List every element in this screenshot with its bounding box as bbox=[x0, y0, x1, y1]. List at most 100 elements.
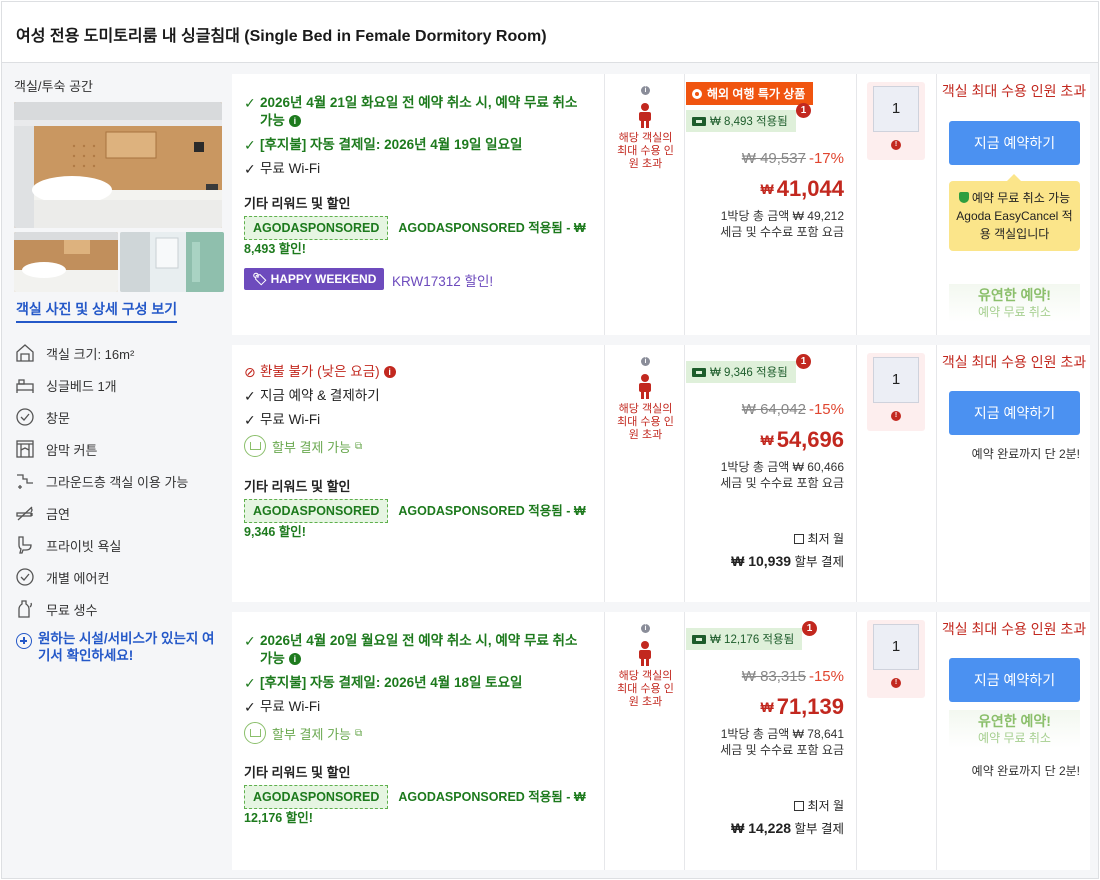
single-bed-icon bbox=[14, 374, 36, 396]
quantity-cell: 1 ! bbox=[858, 345, 937, 602]
window-icon bbox=[14, 406, 36, 428]
quantity-cell: 1 ! bbox=[858, 74, 937, 335]
info-icon[interactable]: i bbox=[383, 366, 396, 378]
finish-time-note: 예약 완료까지 단 2분! bbox=[971, 764, 1080, 778]
room-quantity-select[interactable]: 1 bbox=[873, 357, 919, 403]
book-now-button[interactable]: 지금 예약하기 bbox=[949, 391, 1080, 435]
installment-amount: ₩ 14,228 할부 결제 bbox=[731, 820, 844, 836]
coupon-icon bbox=[692, 634, 706, 644]
agoda-promo: AGODASPONSORED AGODASPONSORED 적용됨 - ₩ 12,… bbox=[244, 785, 594, 827]
facility-help-link[interactable]: 원하는 시설/서비스가 있는지 여기서 확인하세요! bbox=[16, 630, 226, 664]
no-smoking-icon bbox=[14, 502, 36, 524]
feature-label: 암막 커튼 bbox=[46, 442, 98, 458]
coupon-count-badge: 1 bbox=[802, 621, 817, 636]
cancel-policy-line: ✓ 2026년 4월 21일 화요일 전 예약 취소 시, 예약 무료 취소 가… bbox=[244, 94, 592, 130]
finish-time-note: 예약 완료까지 단 2분! bbox=[971, 447, 1080, 461]
feature-label: 싱글베드 1개 bbox=[46, 378, 117, 394]
check-icon: ✓ bbox=[244, 633, 256, 649]
coupon-count-badge: 1 bbox=[796, 354, 811, 369]
feature-label: 프라이빗 욕실 bbox=[46, 538, 122, 554]
info-icon[interactable]: i bbox=[641, 357, 650, 366]
non-refundable-line: ⊘ 환불 불가 (낮은 요금) i bbox=[244, 363, 592, 381]
coupon-applied[interactable]: ₩ 9,346 적용됨 bbox=[686, 361, 796, 383]
info-icon[interactable]: i bbox=[641, 86, 650, 95]
occupancy-exceeded-text: 해당 객실의 최대 수용 인원 초과 bbox=[617, 403, 674, 441]
wifi-text: 무료 Wi-Fi bbox=[260, 412, 321, 427]
cancel-policy-text: 2026년 4월 20일 월요일 전 예약 취소 시, 예약 무료 취소 가능 bbox=[260, 633, 578, 666]
coupon-icon bbox=[692, 116, 706, 126]
feature-single-bed: 싱글베드 1개 bbox=[14, 374, 117, 396]
installment-icon bbox=[244, 722, 266, 744]
rewards-heading: 기타 리워드 및 할인 bbox=[244, 196, 351, 211]
room-quantity-select[interactable]: 1 bbox=[873, 86, 919, 132]
price-cell: ₩ 12,176 적용됨 1 ₩ 83,315 -15% ₩71,139 1박당 … bbox=[686, 612, 857, 870]
installment-available[interactable]: 할부 결제 가능 ⧉ bbox=[244, 722, 362, 744]
max-occupancy-warning: 객실 최대 수용 인원 초과 bbox=[941, 83, 1087, 99]
offer-conditions: ⊘ 환불 불가 (낮은 요금) i ✓ 지금 예약 & 결제하기 ✓ 무료 Wi-… bbox=[232, 345, 605, 602]
coupon-applied[interactable]: ₩ 8,493 적용됨 bbox=[686, 110, 796, 132]
room-quantity-select[interactable]: 1 bbox=[873, 624, 919, 670]
error-icon: ! bbox=[891, 678, 901, 688]
info-icon[interactable]: i bbox=[288, 115, 301, 127]
coupon-applied[interactable]: ₩ 12,176 적용됨 bbox=[686, 628, 803, 650]
occupancy-exceeded-text: 해당 객실의 최대 수용 인원 초과 bbox=[617, 670, 674, 708]
installment-amount: ₩ 10,939 할부 결제 bbox=[731, 553, 844, 569]
book-now-button[interactable]: 지금 예약하기 bbox=[949, 658, 1080, 702]
discount-percent: -15% bbox=[808, 668, 844, 685]
happy-weekend-discount: KRW17312 할인! bbox=[392, 274, 494, 289]
info-icon[interactable]: i bbox=[641, 624, 650, 633]
quantity-wrapper: 1 ! bbox=[867, 353, 925, 431]
cancel-policy-text: 2026년 4월 21일 화요일 전 예약 취소 시, 예약 무료 취소 가능 bbox=[260, 95, 578, 128]
room-photo-main[interactable] bbox=[14, 102, 222, 228]
feature-label: 개별 에어컨 bbox=[46, 570, 110, 586]
check-icon: ✓ bbox=[244, 388, 256, 404]
occupancy-cell: i 해당 객실의 최대 수용 인원 초과 bbox=[606, 74, 685, 335]
coupon-count-badge: 1 bbox=[796, 103, 811, 118]
water-bottle-icon bbox=[14, 598, 36, 620]
air-conditioner-icon bbox=[14, 566, 36, 588]
info-icon[interactable]: i bbox=[288, 653, 301, 665]
rewards-heading: 기타 리워드 및 할인 bbox=[244, 765, 351, 780]
plus-circle-icon bbox=[16, 633, 32, 649]
external-link-icon: ⧉ bbox=[354, 440, 363, 452]
easycancel-tooltip: 예약 무료 취소 가능 Agoda EasyCancel 적용 객실입니다 bbox=[949, 174, 1080, 251]
booking-cell: 객실 최대 수용 인원 초과 지금 예약하기 예약 무료 취소 가능 Agoda… bbox=[938, 74, 1090, 335]
person-icon bbox=[639, 641, 651, 666]
quantity-wrapper: 1 ! bbox=[867, 82, 925, 160]
price-cell: ₩ 9,346 적용됨 1 ₩ 64,042 -15% ₩54,696 1박당 총… bbox=[686, 345, 857, 602]
ground-floor-icon bbox=[14, 470, 36, 492]
agoda-sponsored-tag: AGODASPONSORED bbox=[244, 216, 389, 240]
offer-conditions: ✓ 2026년 4월 20일 월요일 전 예약 취소 시, 예약 무료 취소 가… bbox=[232, 612, 605, 870]
pay-later-line: ✓ [후지불] 자동 결제일: 2026년 4월 18일 토요일 bbox=[244, 674, 592, 692]
feature-blackout-curtain: 암막 커튼 bbox=[14, 438, 97, 460]
room-photos-link[interactable]: 객실 사진 및 상세 구성 보기 bbox=[16, 299, 178, 323]
max-occupancy-warning: 객실 최대 수용 인원 초과 bbox=[941, 354, 1087, 370]
quantity-wrapper: 1 ! bbox=[867, 620, 925, 698]
room-info-column: 객실/투숙 공간 객실 사진 및 상세 구성 보기 객실 크기: 16m² 싱글… bbox=[2, 64, 230, 878]
feature-air-conditioner: 개별 에어컨 bbox=[14, 566, 109, 588]
feature-label: 그라운드층 객실 이용 가능 bbox=[46, 474, 189, 490]
agoda-sponsored-tag: AGODASPONSORED bbox=[244, 499, 389, 523]
feature-room-size: 객실 크기: 16m² bbox=[14, 342, 134, 364]
tag-icon: 🏷 bbox=[252, 272, 268, 286]
help-link-text: 원하는 시설/서비스가 있는지 여기서 확인하세요! bbox=[38, 631, 215, 663]
cancel-policy-line: ✓ 2026년 4월 20일 월요일 전 예약 취소 시, 예약 무료 취소 가… bbox=[244, 632, 592, 668]
installment-icon bbox=[793, 533, 804, 544]
feature-label: 창문 bbox=[46, 410, 70, 426]
agoda-sponsored-tag: AGODASPONSORED bbox=[244, 785, 389, 809]
wifi-line: ✓ 무료 Wi-Fi bbox=[244, 160, 592, 178]
wifi-line: ✓ 무료 Wi-Fi bbox=[244, 698, 592, 716]
price-note: 1박당 총 금액 ₩ 78,641 세금 및 수수료 포함 요금 bbox=[720, 727, 844, 757]
agoda-promo: AGODASPONSORED AGODASPONSORED 적용됨 - ₩ 8,4… bbox=[244, 216, 594, 258]
installment-icon bbox=[793, 800, 804, 811]
error-icon: ! bbox=[891, 411, 901, 421]
room-photo-thumb-1[interactable] bbox=[14, 232, 118, 292]
room-photo-thumb-2[interactable] bbox=[120, 232, 224, 292]
price-cell: 해외 여행 특가 상품 ₩ 8,493 적용됨 1 ₩ 49,537 -17% ₩… bbox=[686, 74, 857, 335]
flexible-booking: 유연한 예약! 예약 무료 취소 bbox=[949, 284, 1080, 322]
installment-available[interactable]: 할부 결제 가능 ⧉ bbox=[244, 435, 362, 457]
book-now-button[interactable]: 지금 예약하기 bbox=[949, 121, 1080, 165]
final-price: ₩71,139 bbox=[760, 694, 844, 719]
pay-now-line: ✓ 지금 예약 & 결제하기 bbox=[244, 387, 592, 405]
pay-now-text: 지금 예약 & 결제하기 bbox=[260, 388, 380, 403]
